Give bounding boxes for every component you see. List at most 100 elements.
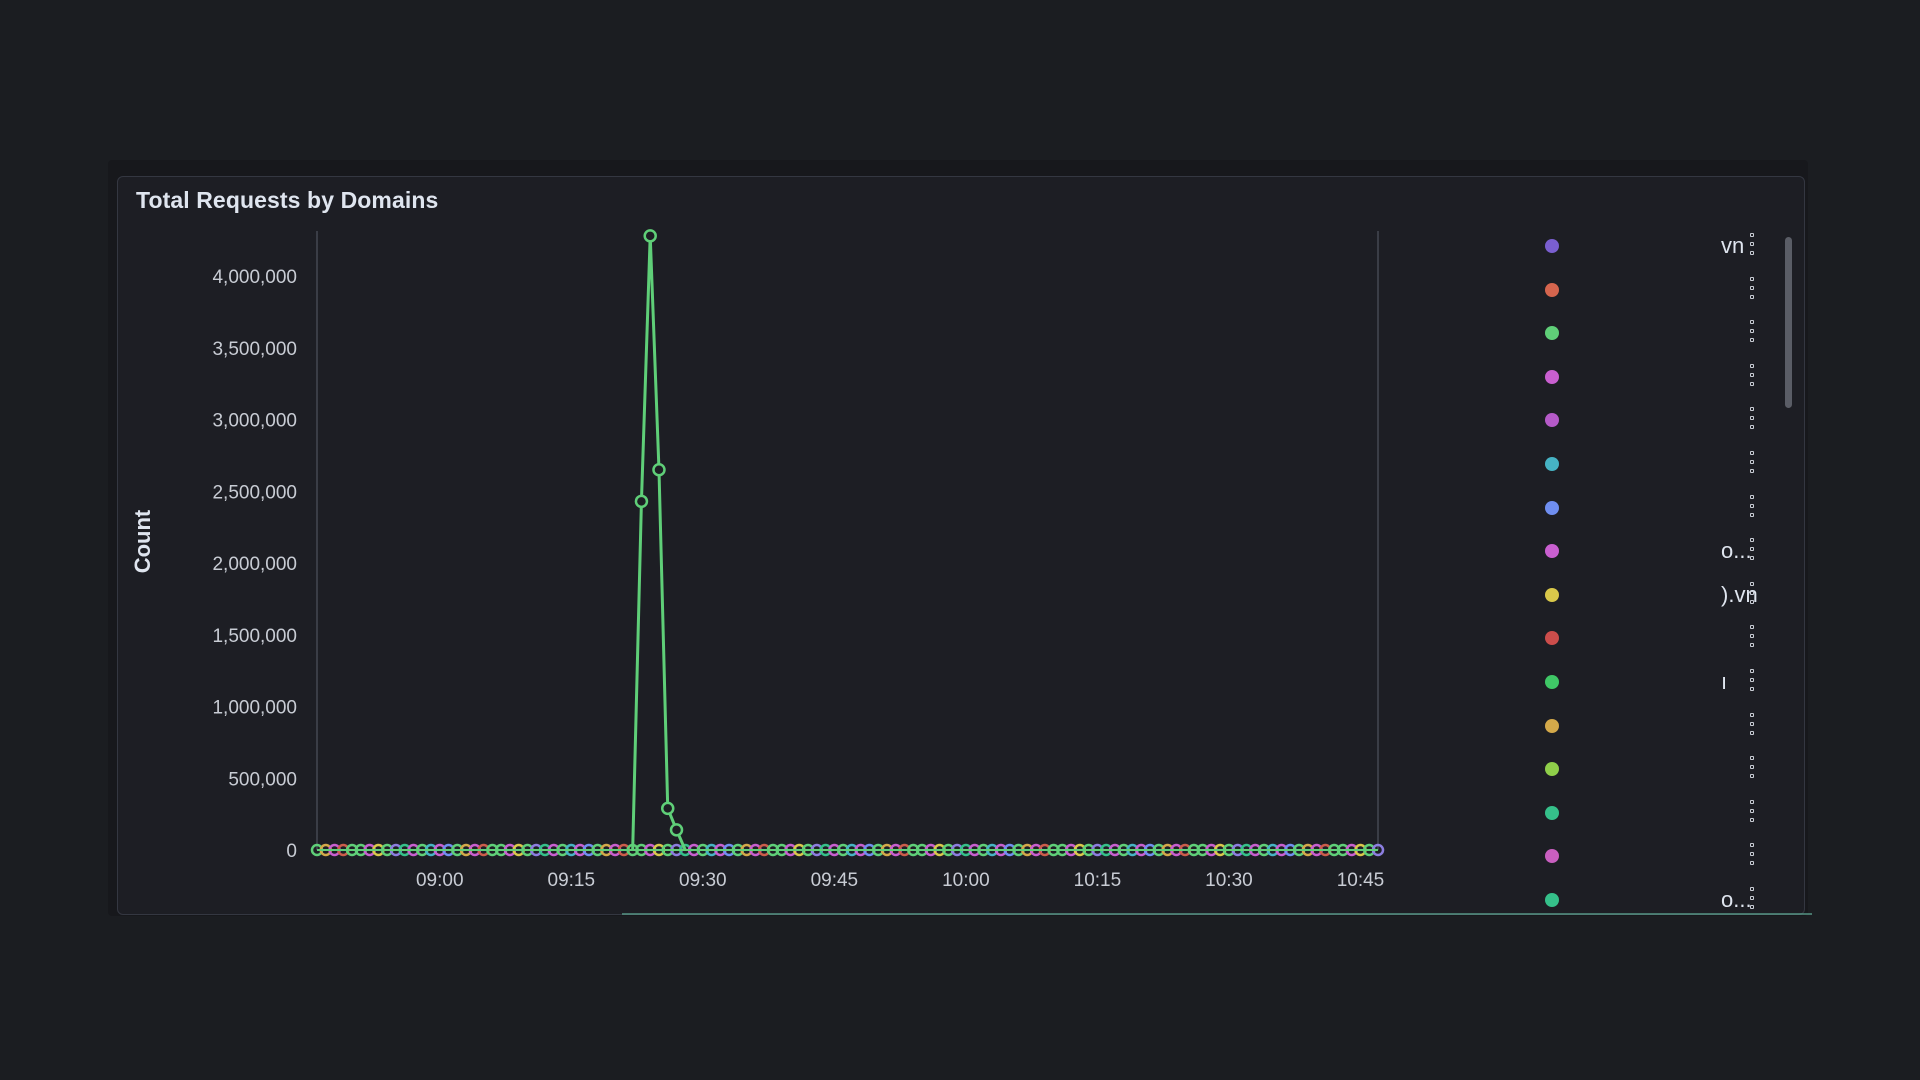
legend-item-menu-icon[interactable] — [1748, 320, 1756, 343]
legend-item-menu-icon[interactable] — [1748, 451, 1756, 473]
y-tick-label: 4,000,000 — [212, 267, 297, 288]
menu-dot — [1750, 643, 1754, 648]
menu-dot — [1750, 625, 1754, 630]
legend-color-dot — [1545, 413, 1559, 428]
menu-dot — [1750, 756, 1754, 761]
legend-color-dot — [1545, 457, 1559, 471]
legend-item[interactable] — [1418, 401, 1778, 441]
menu-dot — [1750, 320, 1754, 325]
menu-dot — [1750, 896, 1754, 900]
legend-color-dot — [1545, 239, 1559, 253]
legend-label: o... — [1721, 887, 1752, 912]
menu-dot — [1750, 425, 1754, 430]
menu-dot — [1750, 285, 1754, 290]
line-chart: 0 500,000 1,000,000 1,500,000 2,000,000 2,500… — [130, 229, 1385, 891]
menu-dot — [1750, 451, 1754, 455]
menu-dot — [1750, 547, 1754, 552]
menu-dot — [1750, 599, 1754, 604]
menu-dot — [1750, 251, 1754, 255]
legend-item-menu-icon[interactable] — [1748, 712, 1756, 735]
legend-item-menu-icon[interactable] — [1748, 887, 1756, 909]
legend-scrollbar[interactable] — [1785, 237, 1792, 408]
legend-label: vn — [1721, 233, 1745, 258]
x-tick-label: 10:30 — [1205, 870, 1253, 891]
legend-label: ı — [1721, 669, 1728, 694]
x-tick-label: 09:15 — [548, 870, 596, 891]
menu-dot — [1750, 460, 1754, 464]
series-point — [660, 801, 675, 816]
legend-item[interactable]: o... — [1418, 881, 1778, 914]
legend: vn o... ).vn ı o... — [1418, 227, 1778, 914]
menu-dot — [1750, 294, 1754, 299]
menu-dot — [1750, 469, 1754, 473]
menu-dot — [1750, 687, 1754, 691]
legend-item[interactable] — [1418, 358, 1778, 398]
series-line — [631, 234, 687, 851]
legend-item-menu-icon[interactable] — [1748, 407, 1756, 430]
legend-item-menu-icon[interactable] — [1748, 843, 1756, 866]
legend-item-menu-icon[interactable] — [1748, 538, 1756, 561]
series-point — [643, 229, 657, 243]
legend-item-menu-icon[interactable] — [1748, 625, 1756, 648]
menu-dot — [1750, 634, 1754, 639]
legend-item[interactable]: vn — [1418, 227, 1778, 267]
legend-color-dot — [1545, 805, 1559, 820]
menu-dot — [1750, 416, 1754, 421]
legend-item-menu-icon[interactable] — [1748, 233, 1756, 255]
menu-dot — [1750, 233, 1754, 237]
menu-dot — [1750, 381, 1754, 386]
menu-dot — [1750, 861, 1754, 866]
series-point — [652, 463, 666, 477]
legend-item-menu-icon[interactable] — [1748, 799, 1756, 822]
y-tick-label: 500,000 — [228, 769, 297, 790]
legend-item[interactable]: o... — [1418, 532, 1778, 572]
series-point — [669, 823, 684, 837]
y-tick-label: 1,000,000 — [212, 698, 297, 719]
menu-dot — [1750, 799, 1754, 804]
legend-item-menu-icon[interactable] — [1748, 276, 1756, 299]
legend-color-dot — [1545, 326, 1559, 341]
y-tick-label: 1,500,000 — [212, 626, 297, 647]
legend-color-dot — [1545, 369, 1559, 384]
menu-dot — [1750, 712, 1754, 717]
legend-item[interactable]: ).vn — [1418, 576, 1778, 616]
series-point — [634, 494, 649, 509]
menu-dot — [1750, 556, 1754, 561]
legend-item[interactable]: ı — [1418, 663, 1778, 703]
menu-dot — [1750, 407, 1754, 412]
menu-dot — [1750, 765, 1754, 770]
x-tick-label: 09:45 — [811, 870, 859, 891]
legend-item[interactable] — [1418, 707, 1778, 747]
legend-item-menu-icon[interactable] — [1748, 669, 1756, 691]
legend-color-dot — [1545, 587, 1559, 602]
legend-item[interactable] — [1418, 794, 1778, 834]
menu-dot — [1750, 678, 1754, 682]
menu-dot — [1750, 730, 1754, 735]
menu-dot — [1750, 242, 1754, 246]
legend-color-dot — [1545, 675, 1559, 689]
menu-dot — [1750, 774, 1754, 779]
legend-item[interactable] — [1418, 750, 1778, 790]
legend-item[interactable] — [1418, 489, 1778, 529]
legend-color-dot — [1545, 282, 1559, 297]
legend-item-menu-icon[interactable] — [1748, 363, 1756, 386]
y-tick-label: 2,000,000 — [212, 554, 297, 575]
menu-dot — [1750, 276, 1754, 281]
menu-dot — [1750, 669, 1754, 673]
legend-item[interactable] — [1418, 837, 1778, 877]
legend-item-menu-icon[interactable] — [1748, 756, 1756, 779]
legend-item[interactable] — [1418, 271, 1778, 311]
menu-dot — [1750, 512, 1754, 517]
legend-item[interactable] — [1418, 314, 1778, 354]
legend-item-menu-icon[interactable] — [1748, 581, 1756, 604]
legend-label: o... — [1721, 538, 1752, 564]
legend-item[interactable] — [1418, 445, 1778, 485]
legend-item[interactable] — [1418, 619, 1778, 659]
menu-dot — [1750, 808, 1754, 813]
x-tick-label: 09:00 — [416, 870, 464, 891]
x-tick-label: 10:00 — [942, 870, 990, 891]
legend-color-dot — [1545, 718, 1559, 733]
legend-color-dot — [1545, 849, 1559, 864]
panel-bottom-rule — [622, 913, 1812, 915]
legend-item-menu-icon[interactable] — [1748, 494, 1756, 517]
